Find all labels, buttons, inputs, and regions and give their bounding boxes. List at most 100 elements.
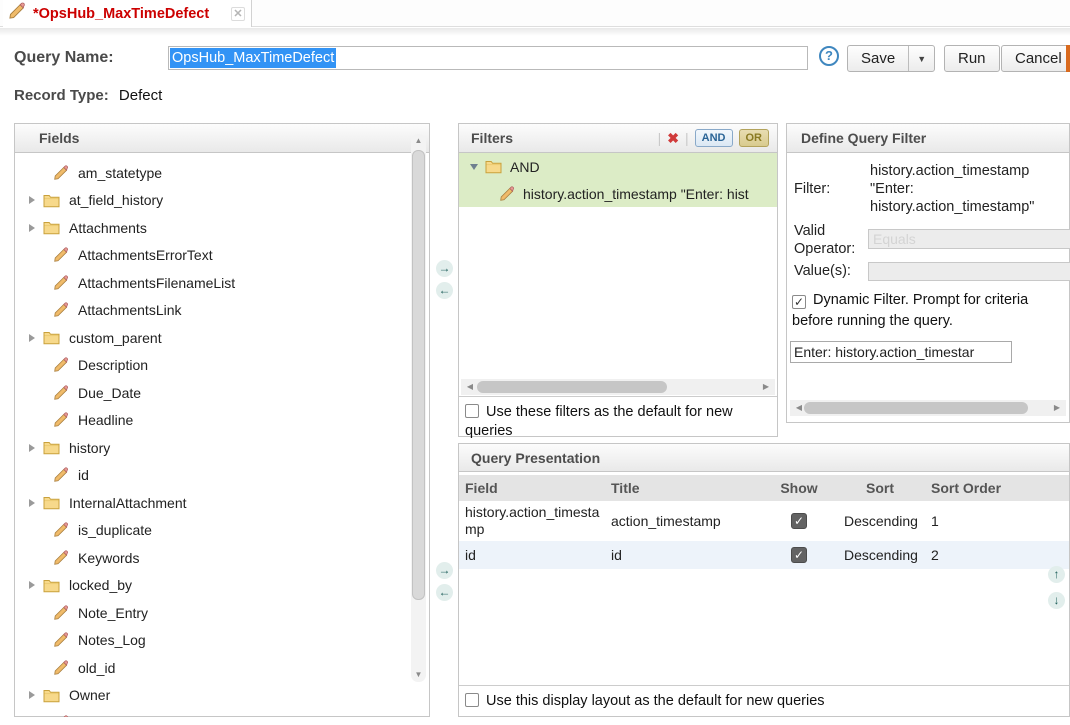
tree-item-locked_by[interactable]: locked_by — [15, 572, 429, 600]
filters-toolbar: | ✖ | AND OR — [658, 129, 777, 147]
close-icon[interactable]: ✕ — [231, 7, 245, 21]
toolbar-separator: | — [685, 130, 689, 146]
tree-item-Owner[interactable]: Owner — [15, 682, 429, 710]
tree-item-Priority[interactable]: Priority — [15, 709, 429, 717]
fields-scrollbar-thumb[interactable] — [412, 150, 425, 600]
tab-active[interactable]: *OpsHub_MaxTimeDefect ✕ — [3, 0, 252, 27]
tree-item-Description[interactable]: Description — [15, 352, 429, 380]
tree-item-label: Description — [78, 357, 148, 373]
filters-tree: AND history.action_timestamp "Enter: his… — [459, 153, 777, 379]
pencil-icon — [53, 302, 69, 318]
record-type-value: Defect — [119, 87, 162, 104]
presentation-default-checkbox-label: Use this display layout as the default f… — [486, 693, 825, 709]
show-checkbox[interactable]: ✓ — [791, 547, 807, 563]
tree-item-AttachmentsFilenameList[interactable]: AttachmentsFilenameList — [15, 269, 429, 297]
run-button[interactable]: Run — [944, 45, 1000, 72]
tree-item-at_field_history[interactable]: at_field_history — [15, 187, 429, 215]
filter-group-and[interactable]: AND — [459, 153, 777, 180]
caret-right-icon[interactable] — [25, 691, 39, 699]
query-name-input[interactable]: OpsHub_MaxTimeDefect — [168, 46, 808, 70]
move-right-presentation-icon[interactable]: → — [436, 562, 453, 579]
scroll-up-icon[interactable]: ▲ — [411, 134, 426, 148]
caret-right-icon[interactable] — [25, 334, 39, 342]
caret-right-icon[interactable] — [25, 444, 39, 452]
presentation-default-checkline: Use this display layout as the default f… — [459, 685, 1069, 711]
and-button[interactable]: AND — [695, 129, 733, 147]
column-header-show: Show — [769, 475, 829, 501]
column-header-sort-order: Sort Order — [931, 475, 1021, 501]
tree-item-label: custom_parent — [69, 330, 162, 346]
tree-item-Note_Entry[interactable]: Note_Entry — [15, 599, 429, 627]
filters-hscrollbar-thumb[interactable] — [477, 381, 667, 393]
tree-item-AttachmentsErrorText[interactable]: AttachmentsErrorText — [15, 242, 429, 270]
caret-right-icon[interactable] — [25, 196, 39, 204]
presentation-default-checkbox[interactable] — [465, 693, 479, 707]
scroll-right-icon[interactable]: ▶ — [759, 379, 773, 395]
tree-item-old_id[interactable]: old_id — [15, 654, 429, 682]
scroll-down-icon[interactable]: ▼ — [411, 668, 426, 682]
scroll-right-icon[interactable]: ▶ — [1050, 400, 1064, 416]
folder-icon — [43, 495, 60, 510]
scroll-left-icon[interactable]: ◀ — [463, 379, 477, 395]
tree-item-label: Priority — [78, 715, 122, 717]
pencil-icon — [499, 186, 515, 202]
move-up-icon[interactable]: ↑ — [1048, 566, 1065, 583]
dynamic-filter-checkbox[interactable]: ✓ — [792, 295, 806, 309]
row-show-cell: ✓ — [769, 541, 829, 569]
tree-item-Headline[interactable]: Headline — [15, 407, 429, 435]
tree-item-label: is_duplicate — [78, 522, 152, 538]
folder-icon — [43, 688, 60, 703]
tree-item-InternalAttachment[interactable]: InternalAttachment — [15, 489, 429, 517]
move-left-filter-icon[interactable]: ← — [436, 282, 453, 299]
tree-item-Notes_Log[interactable]: Notes_Log — [15, 627, 429, 655]
folder-icon — [43, 220, 60, 235]
help-icon[interactable]: ? — [819, 46, 839, 66]
caret-right-icon[interactable] — [25, 581, 39, 589]
move-left-presentation-icon[interactable]: ← — [436, 584, 453, 601]
show-checkbox[interactable]: ✓ — [791, 513, 807, 529]
caret-down-icon[interactable] — [467, 164, 481, 170]
tree-item-is_duplicate[interactable]: is_duplicate — [15, 517, 429, 545]
query-name-selected-text: OpsHub_MaxTimeDefect — [170, 48, 336, 68]
save-button[interactable]: Save ▼ — [847, 45, 935, 72]
tab-title: *OpsHub_MaxTimeDefect — [33, 6, 209, 22]
chevron-down-icon[interactable]: ▼ — [909, 54, 934, 64]
presentation-panel-title: Query Presentation — [471, 450, 600, 466]
fields-scrollbar[interactable]: ▲ ▼ — [411, 134, 426, 682]
filter-item[interactable]: history.action_timestamp "Enter: hist — [459, 180, 777, 207]
tree-item-label: Notes_Log — [78, 632, 146, 648]
tree-item-AttachmentsLink[interactable]: AttachmentsLink — [15, 297, 429, 325]
tree-item-label: Attachments — [69, 220, 147, 236]
presentation-row-action_timestamp[interactable]: history.action_timestampaction_timestamp… — [459, 501, 1069, 541]
row-title: action_timestamp — [611, 501, 763, 541]
define-hscrollbar-thumb[interactable] — [804, 402, 1028, 414]
tree-item-Keywords[interactable]: Keywords — [15, 544, 429, 572]
tree-item-label: InternalAttachment — [69, 495, 187, 511]
caret-right-icon[interactable] — [25, 224, 39, 232]
presentation-row-id[interactable]: idid✓Descending2 — [459, 541, 1069, 569]
tree-item-custom_parent[interactable]: custom_parent — [15, 324, 429, 352]
filters-hscrollbar[interactable]: ◀ ▶ — [461, 379, 775, 395]
define-panel-title: Define Query Filter — [801, 130, 926, 146]
tree-item-Attachments[interactable]: Attachments — [15, 214, 429, 242]
filters-panel-header: Filters | ✖ | AND OR — [459, 124, 777, 153]
tree-item-Due_Date[interactable]: Due_Date — [15, 379, 429, 407]
pencil-icon — [53, 275, 69, 291]
tree-item-history[interactable]: history — [15, 434, 429, 462]
pencil-icon — [53, 165, 69, 181]
caret-right-icon[interactable] — [25, 499, 39, 507]
tree-item-label: Due_Date — [78, 385, 141, 401]
or-button[interactable]: OR — [739, 129, 770, 147]
move-right-filter-icon[interactable]: → — [436, 260, 453, 277]
cancel-button[interactable]: Cancel — [1001, 45, 1070, 72]
move-down-icon[interactable]: ↓ — [1048, 592, 1065, 609]
tree-item-label: Note_Entry — [78, 605, 148, 621]
prompt-text-input[interactable] — [790, 341, 1012, 363]
define-hscrollbar[interactable]: ◀ ▶ — [790, 400, 1066, 416]
tree-item-am_statetype[interactable]: am_statetype — [15, 159, 429, 187]
filters-default-checkbox[interactable] — [465, 404, 479, 418]
delete-filter-icon[interactable]: ✖ — [667, 130, 679, 147]
fields-panel: Fields am_statetype at_field_history Att… — [14, 123, 430, 717]
tree-item-id[interactable]: id — [15, 462, 429, 490]
pencil-icon — [53, 522, 69, 538]
